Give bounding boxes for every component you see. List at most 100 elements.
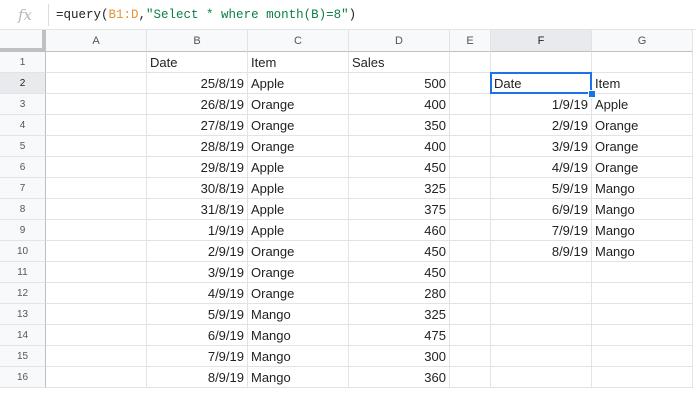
row-header-14[interactable]: 14 bbox=[0, 325, 46, 346]
cell-b16[interactable]: 8/9/19 bbox=[147, 367, 248, 388]
row-header-10[interactable]: 10 bbox=[0, 241, 46, 262]
cell-e6[interactable] bbox=[450, 157, 491, 178]
cell-g16[interactable] bbox=[592, 367, 693, 388]
cell-c4[interactable]: Orange bbox=[248, 115, 349, 136]
cell-b1[interactable]: Date bbox=[147, 52, 248, 73]
formula-input[interactable]: =query(B1:D,"Select * where month(B)=8") bbox=[56, 4, 356, 26]
cell-f4[interactable]: 2/9/19 bbox=[491, 115, 592, 136]
cell-b10[interactable]: 2/9/19 bbox=[147, 241, 248, 262]
cell-c10[interactable]: Orange bbox=[248, 241, 349, 262]
cell-b15[interactable]: 7/9/19 bbox=[147, 346, 248, 367]
cell-g15[interactable] bbox=[592, 346, 693, 367]
cell-c15[interactable]: Mango bbox=[248, 346, 349, 367]
cell-e8[interactable] bbox=[450, 199, 491, 220]
row-header-1[interactable]: 1 bbox=[0, 52, 46, 73]
cell-f10[interactable]: 8/9/19 bbox=[491, 241, 592, 262]
cell-d8[interactable]: 375 bbox=[349, 199, 450, 220]
cell-e5[interactable] bbox=[450, 136, 491, 157]
cell-d9[interactable]: 460 bbox=[349, 220, 450, 241]
cell-d16[interactable]: 360 bbox=[349, 367, 450, 388]
row-header-16[interactable]: 16 bbox=[0, 367, 46, 388]
cell-f6[interactable]: 4/9/19 bbox=[491, 157, 592, 178]
cell-g6[interactable]: Orange bbox=[592, 157, 693, 178]
cell-e13[interactable] bbox=[450, 304, 491, 325]
cell-g8[interactable]: Mango bbox=[592, 199, 693, 220]
cell-g11[interactable] bbox=[592, 262, 693, 283]
row-header-11[interactable]: 11 bbox=[0, 262, 46, 283]
cell-a11[interactable] bbox=[46, 262, 147, 283]
cell-g3[interactable]: Apple bbox=[592, 94, 693, 115]
cell-f7[interactable]: 5/9/19 bbox=[491, 178, 592, 199]
cell-a4[interactable] bbox=[46, 115, 147, 136]
cell-c12[interactable]: Orange bbox=[248, 283, 349, 304]
column-header-a[interactable]: A bbox=[46, 30, 147, 52]
cell-d2[interactable]: 500 bbox=[349, 73, 450, 94]
row-header-12[interactable]: 12 bbox=[0, 283, 46, 304]
cell-a13[interactable] bbox=[46, 304, 147, 325]
cell-c5[interactable]: Orange bbox=[248, 136, 349, 157]
cell-a15[interactable] bbox=[46, 346, 147, 367]
column-header-f[interactable]: F bbox=[491, 30, 592, 52]
cell-d10[interactable]: 450 bbox=[349, 241, 450, 262]
cell-g10[interactable]: Mango bbox=[592, 241, 693, 262]
cell-d14[interactable]: 475 bbox=[349, 325, 450, 346]
cell-d3[interactable]: 400 bbox=[349, 94, 450, 115]
cell-e12[interactable] bbox=[450, 283, 491, 304]
cell-f12[interactable] bbox=[491, 283, 592, 304]
cell-d13[interactable]: 325 bbox=[349, 304, 450, 325]
cell-d4[interactable]: 350 bbox=[349, 115, 450, 136]
row-header-6[interactable]: 6 bbox=[0, 157, 46, 178]
cell-b3[interactable]: 26/8/19 bbox=[147, 94, 248, 115]
cell-a10[interactable] bbox=[46, 241, 147, 262]
cell-e4[interactable] bbox=[450, 115, 491, 136]
cell-c9[interactable]: Apple bbox=[248, 220, 349, 241]
row-header-5[interactable]: 5 bbox=[0, 136, 46, 157]
cell-c2[interactable]: Apple bbox=[248, 73, 349, 94]
row-header-4[interactable]: 4 bbox=[0, 115, 46, 136]
cell-d11[interactable]: 450 bbox=[349, 262, 450, 283]
row-header-13[interactable]: 13 bbox=[0, 304, 46, 325]
cell-f15[interactable] bbox=[491, 346, 592, 367]
cell-g12[interactable] bbox=[592, 283, 693, 304]
cell-a2[interactable] bbox=[46, 73, 147, 94]
cell-a5[interactable] bbox=[46, 136, 147, 157]
cell-e2[interactable] bbox=[450, 73, 491, 94]
cell-d7[interactable]: 325 bbox=[349, 178, 450, 199]
cell-g4[interactable]: Orange bbox=[592, 115, 693, 136]
cell-c7[interactable]: Apple bbox=[248, 178, 349, 199]
cell-a16[interactable] bbox=[46, 367, 147, 388]
column-header-d[interactable]: D bbox=[349, 30, 450, 52]
cell-g14[interactable] bbox=[592, 325, 693, 346]
cell-c16[interactable]: Mango bbox=[248, 367, 349, 388]
cell-b2[interactable]: 25/8/19 bbox=[147, 73, 248, 94]
cell-c6[interactable]: Apple bbox=[248, 157, 349, 178]
cell-f1[interactable] bbox=[491, 52, 592, 73]
cell-a8[interactable] bbox=[46, 199, 147, 220]
row-header-8[interactable]: 8 bbox=[0, 199, 46, 220]
cell-c8[interactable]: Apple bbox=[248, 199, 349, 220]
cell-e9[interactable] bbox=[450, 220, 491, 241]
cell-g2[interactable]: Item bbox=[592, 73, 693, 94]
column-header-g[interactable]: G bbox=[592, 30, 693, 52]
cell-f5[interactable]: 3/9/19 bbox=[491, 136, 592, 157]
cell-d12[interactable]: 280 bbox=[349, 283, 450, 304]
row-header-3[interactable]: 3 bbox=[0, 94, 46, 115]
cell-b5[interactable]: 28/8/19 bbox=[147, 136, 248, 157]
cell-a6[interactable] bbox=[46, 157, 147, 178]
cell-d5[interactable]: 400 bbox=[349, 136, 450, 157]
cell-b7[interactable]: 30/8/19 bbox=[147, 178, 248, 199]
cell-b14[interactable]: 6/9/19 bbox=[147, 325, 248, 346]
cell-a3[interactable] bbox=[46, 94, 147, 115]
select-all-corner[interactable] bbox=[0, 30, 46, 52]
cell-c11[interactable]: Orange bbox=[248, 262, 349, 283]
cell-c13[interactable]: Mango bbox=[248, 304, 349, 325]
cell-f16[interactable] bbox=[491, 367, 592, 388]
cell-c14[interactable]: Mango bbox=[248, 325, 349, 346]
cell-a14[interactable] bbox=[46, 325, 147, 346]
row-header-7[interactable]: 7 bbox=[0, 178, 46, 199]
row-header-15[interactable]: 15 bbox=[0, 346, 46, 367]
cell-e3[interactable] bbox=[450, 94, 491, 115]
cell-e11[interactable] bbox=[450, 262, 491, 283]
cell-c3[interactable]: Orange bbox=[248, 94, 349, 115]
cell-e15[interactable] bbox=[450, 346, 491, 367]
